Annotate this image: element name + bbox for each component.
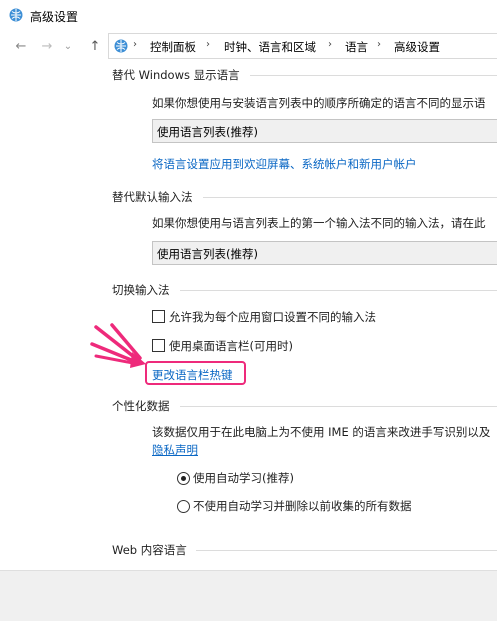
back-button[interactable]: ← bbox=[12, 37, 30, 55]
per-app-input-checkbox[interactable] bbox=[152, 310, 165, 323]
group-divider bbox=[196, 550, 497, 551]
personalization-description: 该数据仅用于在此电脑上为不使用 IME 的语言来改进手写识别以及 bbox=[152, 425, 491, 439]
display-language-description: 如果你想使用与安装语言列表中的顺序所确定的语言不同的显示语 bbox=[152, 96, 486, 110]
group-divider bbox=[180, 290, 497, 291]
breadcrumb-language[interactable]: 语言 bbox=[345, 39, 368, 55]
privacy-statement-link[interactable]: 隐私声明 bbox=[152, 442, 198, 458]
group-divider bbox=[203, 197, 497, 198]
recent-locations-button[interactable]: ⌄ bbox=[62, 37, 74, 55]
group-divider bbox=[180, 406, 497, 407]
control-panel-icon bbox=[9, 8, 23, 22]
breadcrumb-separator-icon: › bbox=[133, 39, 137, 50]
chevron-down-icon: ⌄ bbox=[63, 40, 73, 52]
personalization-group-title: 个性化数据 bbox=[112, 399, 170, 413]
breadcrumb-control-panel[interactable]: 控制面板 bbox=[150, 39, 196, 55]
up-button[interactable]: ↑ bbox=[86, 37, 104, 55]
back-arrow-icon: ← bbox=[15, 38, 27, 54]
dialog-button-bar bbox=[0, 570, 497, 621]
display-language-group-title: 替代 Windows 显示语言 bbox=[112, 68, 240, 82]
input-method-description: 如果你想使用与语言列表上的第一个输入法不同的输入法，请在此 bbox=[152, 216, 486, 230]
breadcrumb-separator-icon: › bbox=[206, 39, 210, 50]
desktop-language-bar-label: 使用桌面语言栏(可用时) bbox=[169, 339, 293, 353]
up-arrow-icon: ↑ bbox=[89, 38, 101, 54]
radio-selected-dot bbox=[181, 476, 186, 481]
window-title: 高级设置 bbox=[30, 10, 79, 24]
control-panel-icon bbox=[114, 39, 128, 53]
forward-button[interactable]: → bbox=[38, 37, 56, 55]
breadcrumb-advanced-settings[interactable]: 高级设置 bbox=[394, 39, 440, 55]
input-method-select[interactable]: 使用语言列表(推荐) bbox=[152, 241, 497, 265]
auto-learning-radio[interactable] bbox=[177, 472, 190, 485]
breadcrumb-separator-icon: › bbox=[328, 39, 332, 50]
change-language-bar-hotkeys-link[interactable]: 更改语言栏热键 bbox=[152, 367, 233, 383]
no-auto-learning-radio[interactable] bbox=[177, 500, 190, 513]
web-language-group-title: Web 内容语言 bbox=[112, 543, 187, 557]
input-method-group-title: 替代默认输入法 bbox=[112, 190, 193, 204]
per-app-input-label: 允许我为每个应用窗口设置不同的输入法 bbox=[169, 310, 376, 324]
switch-input-group-title: 切换输入法 bbox=[112, 283, 170, 297]
no-auto-learning-label: 不使用自动学习并删除以前收集的所有数据 bbox=[193, 499, 412, 513]
auto-learning-label: 使用自动学习(推荐) bbox=[193, 471, 294, 485]
breadcrumb-clock-language[interactable]: 时钟、语言和区域 bbox=[224, 39, 316, 55]
title-bar: 高级设置 bbox=[0, 0, 497, 30]
apply-language-settings-link[interactable]: 将语言设置应用到欢迎屏幕、系统帐户和新用户帐户 bbox=[152, 156, 417, 172]
group-divider bbox=[250, 75, 497, 76]
breadcrumb-separator-icon: › bbox=[377, 39, 381, 50]
desktop-language-bar-checkbox[interactable] bbox=[152, 339, 165, 352]
display-language-select[interactable]: 使用语言列表(推荐) bbox=[152, 119, 497, 143]
annotation-arrow-icon bbox=[90, 323, 146, 368]
forward-arrow-icon: → bbox=[41, 38, 53, 54]
